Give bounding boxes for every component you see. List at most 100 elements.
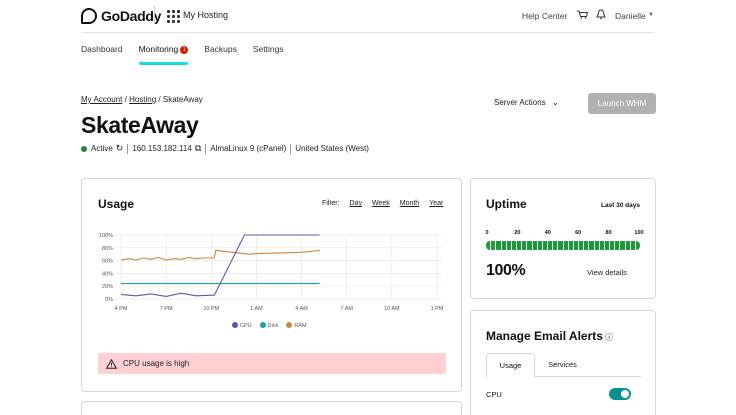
info-icon[interactable]: ⓘ [603,333,613,342]
uptime-segment [604,241,610,250]
refresh-icon[interactable]: ↻ [116,143,124,154]
uptime-segment [496,241,501,250]
tab-settings[interactable]: Settings [253,44,284,64]
bottom-card [81,401,462,415]
uptime-segment [553,241,558,250]
server-meta: Active ↻ 160.153.182.114 ⧉ AlmaLinux 9 (… [81,143,369,154]
uptime-segment [532,241,537,250]
uptime-segment [599,241,604,250]
tab-usage[interactable]: Usage [486,353,535,377]
x-tick-label: 10 PM [203,306,219,312]
chevron-down-icon[interactable]: ⌄ [552,98,559,107]
notification-badge: 1 [180,46,189,54]
filter-month[interactable]: Month [400,200,419,207]
header-divider-line [81,32,655,33]
uptime-range: Last 30 days [600,202,640,209]
bell-icon[interactable] [596,9,606,20]
uptime-segment [579,241,584,250]
filter-week[interactable]: Week [372,200,390,207]
x-tick-label: 7 AM [340,306,353,312]
y-tick-label: 80% [102,246,113,252]
uptime-bar [486,241,640,250]
uptime-segment [558,241,563,250]
os-name: AlmaLinux 9 (cPanel) [210,144,287,153]
email-alerts-card: Manage Email Alerts ⓘ Usage Services CPU [470,310,656,415]
y-tick-label: 0% [105,297,113,303]
x-tick-label: 7 PM [160,306,173,312]
godaddy-logo[interactable]: GoDaddy [81,8,161,24]
uptime-segment [584,241,589,250]
user-menu[interactable]: Danielle [615,11,646,21]
breadcrumb: My Account / Hosting / SkateAway [81,95,203,104]
usage-chart: 0% 20% 40% 60% 80% 100% 4 PM 7 PM 10 PM 1 AM 4 AM 7… [99,233,444,312]
region: United States (West) [295,144,369,153]
uptime-segment [630,241,635,250]
series-line-cpu [120,234,320,297]
uptime-segment [517,241,522,250]
chart-legend: CPU Disk RAM [232,322,307,329]
chevron-down-icon[interactable]: ▼ [648,12,654,18]
product-title[interactable]: My Hosting [183,10,228,20]
cpu-alert-banner: CPU usage is high [98,353,446,374]
alert-text: CPU usage is high [123,359,190,368]
uptime-segment [589,241,594,250]
usage-card: Usage Filter: Day Week Month Year 0% 20% 4… [81,178,462,392]
uptime-segment [635,241,640,250]
uptime-title: Uptime [486,197,527,211]
email-alert-tabs: Usage Services [486,353,590,377]
legend-disk: Disk [259,322,278,329]
cart-icon[interactable] [577,10,588,19]
uptime-segment [625,241,630,250]
uptime-segment [568,241,573,250]
breadcrumb-my-account[interactable]: My Account [81,95,122,104]
x-tick-label: 10 AM [384,306,400,312]
status-text: Active [91,144,113,153]
uptime-segment [620,241,625,250]
filter-day[interactable]: Day [350,200,362,207]
header-divider [154,6,155,24]
y-tick-label: 20% [102,284,113,290]
uptime-segment [573,241,579,250]
usage-filter: Filter: Day Week Month Year [322,200,444,207]
server-actions-dropdown[interactable]: Server Actions [494,98,546,107]
brand-name: GoDaddy [101,8,162,24]
x-tick-label: 4 PM [115,306,128,312]
page-title: SkateAway [81,112,199,138]
launch-whm-button[interactable]: Launch WHM [588,93,656,114]
x-tick-label: 1 PM [431,306,444,312]
legend-cpu: CPU [232,322,252,329]
uptime-segment [511,241,517,250]
filter-year[interactable]: Year [429,200,443,207]
uptime-segment [527,241,532,250]
tab-services[interactable]: Services [535,353,590,377]
uptime-segment [615,241,620,250]
tab-monitoring[interactable]: Monitoring 1 [138,44,189,65]
uptime-segment [594,241,599,250]
uptime-segment [491,241,496,250]
usage-title: Usage [98,197,135,211]
ip-address: 160.153.182.114 [132,144,192,153]
view-details-link[interactable]: View details [587,268,627,277]
tab-underline [535,376,641,377]
y-tick-label: 60% [102,259,113,265]
copy-icon[interactable]: ⧉ [195,143,201,154]
breadcrumb-hosting[interactable]: Hosting [129,95,156,104]
tab-dashboard[interactable]: Dashboard [81,44,123,64]
uptime-segment [537,241,542,250]
x-tick-label: 1 AM [250,306,263,312]
legend-ram: RAM [286,322,307,329]
uptime-percent: 100% [486,262,526,279]
tab-backups[interactable]: Backups [204,44,237,64]
uptime-card: Uptime Last 30 days 0 20 40 60 80 100 10… [470,178,656,299]
apps-grid-icon[interactable] [167,10,180,23]
status-dot-icon [81,145,87,152]
series-line-ram [120,249,320,261]
cpu-alert-toggle[interactable] [609,388,631,400]
y-tick-label: 100% [99,233,113,239]
x-tick-label: 4 AM [295,306,308,312]
uptime-segment [542,241,548,250]
help-center-link[interactable]: Help Center [522,11,567,21]
uptime-segment [486,241,491,250]
email-alerts-title: Manage Email Alerts ⓘ [486,329,614,343]
section-tabs: Dashboard Monitoring 1 Backups Settings [81,44,300,66]
